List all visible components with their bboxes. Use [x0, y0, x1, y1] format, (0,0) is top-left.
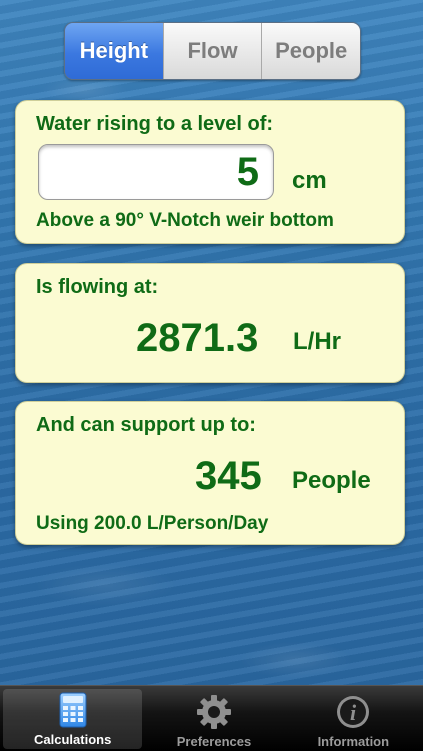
- tab-calculations-label: Calculations: [34, 732, 112, 747]
- tab-information-label: Information: [317, 734, 390, 749]
- gear-icon: [196, 695, 231, 729]
- segment-height[interactable]: Height: [65, 23, 163, 79]
- tab-preferences[interactable]: Preferences: [144, 686, 283, 751]
- height-unit: cm: [292, 167, 327, 194]
- tab-calculations[interactable]: Calculations: [3, 689, 143, 749]
- info-icon: i: [337, 696, 370, 728]
- mode-segmented-control: Height Flow People: [64, 22, 361, 80]
- tab-bar: Calculations Preferences i Information: [0, 685, 423, 751]
- flow-panel: Is flowing at: 2871.3 L/Hr: [15, 263, 405, 383]
- usage-description: Using 200.0 L/Person/Day: [36, 513, 269, 534]
- height-label: Water rising to a level of:: [36, 113, 274, 135]
- height-panel: Water rising to a level of: 5 cm Above a…: [15, 100, 405, 244]
- flow-value: 2871.3: [136, 316, 259, 360]
- people-unit: People: [292, 467, 371, 494]
- flow-label: Is flowing at:: [36, 276, 159, 298]
- segment-people[interactable]: People: [261, 23, 360, 79]
- calculator-icon: [59, 692, 87, 728]
- tab-preferences-label: Preferences: [176, 734, 252, 749]
- height-input[interactable]: 5: [38, 144, 274, 200]
- people-panel: And can support up to: 345 People Using …: [15, 401, 405, 545]
- weir-description: Above a 90° V-Notch weir bottom: [36, 210, 334, 231]
- tab-information[interactable]: i Information: [284, 686, 423, 751]
- svg-text:i: i: [350, 700, 357, 725]
- flow-unit: L/Hr: [293, 328, 341, 355]
- people-value: 345: [195, 454, 262, 498]
- people-label: And can support up to:: [36, 414, 256, 436]
- segment-flow[interactable]: Flow: [162, 23, 262, 79]
